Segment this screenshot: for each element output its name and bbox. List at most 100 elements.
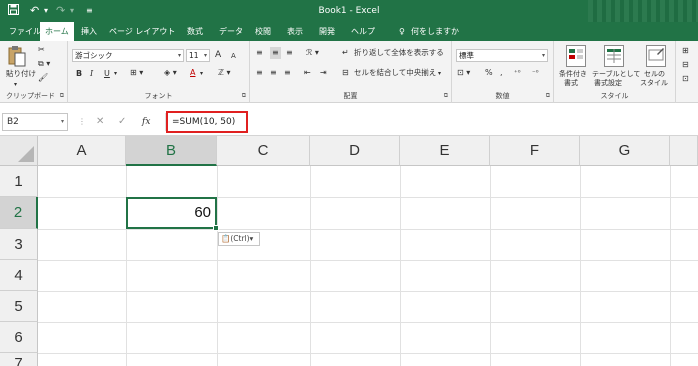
gridline bbox=[126, 166, 127, 366]
decrease-decimal-icon[interactable]: ⁻⁰ bbox=[532, 67, 539, 79]
gridline bbox=[38, 291, 698, 292]
row-header-4[interactable]: 4 bbox=[0, 260, 38, 291]
dialog-launcher-icon[interactable]: ⧉ bbox=[60, 92, 64, 100]
percent-button[interactable]: % bbox=[485, 67, 493, 79]
tab-review[interactable]: 校閲 bbox=[250, 22, 276, 41]
align-right-icon[interactable]: ≡ bbox=[284, 67, 291, 79]
styles-group-label: スタイル bbox=[600, 92, 629, 100]
name-box[interactable]: B2 ▾ bbox=[2, 113, 68, 131]
align-center-icon[interactable]: ≡ bbox=[270, 67, 277, 79]
cancel-icon[interactable]: ✕ bbox=[96, 114, 104, 130]
comma-button[interactable]: , bbox=[500, 67, 503, 79]
fill-color-icon[interactable]: ◈ ▾ bbox=[164, 67, 177, 79]
orientation-icon[interactable]: ℛ ▾ bbox=[306, 47, 319, 59]
cell-styles-sublabel[interactable]: スタイル bbox=[640, 77, 668, 89]
wrap-text-button[interactable]: 折り返して全体を表示する bbox=[354, 47, 444, 59]
gridline bbox=[400, 166, 401, 366]
insert-cells-icon[interactable]: ⊞ bbox=[682, 45, 689, 57]
borders-icon[interactable]: ⊞ ▾ bbox=[130, 67, 143, 79]
phonetic-icon[interactable]: ℤ ▾ bbox=[218, 67, 231, 79]
dialog-launcher-icon[interactable]: ⧉ bbox=[444, 92, 448, 100]
font-name-combo[interactable]: 游ゴシック ▾ bbox=[72, 49, 184, 62]
column-header-a[interactable]: A bbox=[38, 136, 126, 166]
tell-me-search[interactable]: 何をしますか bbox=[406, 22, 464, 41]
chevron-down-icon[interactable]: ▾ bbox=[438, 68, 441, 80]
tab-insert[interactable]: 挿入 bbox=[76, 22, 102, 41]
format-as-table-sublabel[interactable]: 書式設定 bbox=[594, 77, 622, 89]
align-top-icon[interactable]: ≡ bbox=[256, 47, 263, 59]
delete-cells-icon[interactable]: ⊟ bbox=[682, 59, 689, 71]
underline-button[interactable]: U bbox=[104, 68, 110, 80]
row-header-5[interactable]: 5 bbox=[0, 291, 38, 322]
paste-button[interactable]: 貼り付け bbox=[6, 68, 36, 80]
column-header-g[interactable]: G bbox=[580, 136, 670, 166]
gridline bbox=[38, 353, 698, 354]
chevron-down-icon[interactable]: ▾ bbox=[200, 68, 203, 80]
font-color-icon[interactable]: A bbox=[190, 67, 195, 79]
merge-center-button[interactable]: セルを結合して中央揃え bbox=[354, 67, 436, 79]
increase-indent-icon[interactable]: ⇥ bbox=[320, 67, 327, 79]
paste-options-button[interactable]: 📋(Ctrl)▾ bbox=[218, 232, 260, 246]
column-header-d[interactable]: D bbox=[310, 136, 400, 166]
align-left-icon[interactable]: ≡ bbox=[256, 67, 263, 79]
tab-home[interactable]: ホーム bbox=[40, 22, 74, 41]
tab-help[interactable]: ヘルプ bbox=[346, 22, 380, 41]
chevron-down-icon: ▾ bbox=[60, 118, 64, 125]
font-size-combo[interactable]: 11 ▾ bbox=[186, 49, 210, 62]
dialog-launcher-icon[interactable]: ⧉ bbox=[546, 92, 550, 100]
align-bottom-icon[interactable]: ≡ bbox=[286, 47, 293, 59]
tab-view[interactable]: 表示 bbox=[282, 22, 308, 41]
alignment-group-label: 配置 bbox=[343, 92, 358, 100]
cut-icon[interactable]: ✂ bbox=[38, 44, 45, 56]
wrap-text-icon[interactable]: ↵ bbox=[342, 47, 349, 59]
merge-icon[interactable]: ⊟ bbox=[342, 67, 349, 79]
format-painter-icon[interactable]: 🖌 bbox=[38, 72, 48, 84]
tab-data[interactable]: データ bbox=[214, 22, 248, 41]
number-format-combo[interactable]: 標準 ▾ bbox=[456, 49, 548, 62]
shrink-font-button[interactable]: A bbox=[231, 50, 236, 62]
row-header-7[interactable]: 7 bbox=[0, 353, 38, 366]
tab-formulas[interactable]: 数式 bbox=[182, 22, 208, 41]
bold-button[interactable]: B bbox=[76, 68, 82, 80]
gridline bbox=[490, 166, 491, 366]
select-all-button[interactable] bbox=[0, 136, 38, 166]
column-header-h[interactable] bbox=[670, 136, 698, 166]
grow-font-button[interactable]: A bbox=[215, 49, 221, 61]
decrease-indent-icon[interactable]: ⇤ bbox=[304, 67, 311, 79]
clipboard-icon: 📋 bbox=[221, 234, 231, 243]
insert-function-button[interactable]: fx bbox=[142, 114, 150, 130]
number-group-label: 数値 bbox=[495, 92, 510, 100]
cell-styles-icon[interactable] bbox=[646, 45, 666, 67]
row-header-2[interactable]: 2 bbox=[0, 197, 38, 229]
dialog-launcher-icon[interactable]: ⧉ bbox=[242, 92, 246, 100]
enter-icon[interactable]: ✓ bbox=[118, 114, 126, 130]
chevron-down-icon[interactable]: ▾ bbox=[114, 68, 117, 80]
align-middle-icon[interactable]: ≡ bbox=[270, 47, 281, 59]
row-header-1[interactable]: 1 bbox=[0, 166, 38, 197]
styles-group: 条件付き 書式 テーブルとして 書式設定 セルの スタイル スタイル bbox=[554, 41, 676, 103]
row-header-3[interactable]: 3 bbox=[0, 229, 38, 260]
format-as-table-icon[interactable] bbox=[604, 45, 624, 67]
currency-icon[interactable]: ⊡ ▾ bbox=[457, 67, 470, 79]
copy-icon[interactable]: ⧉ ▾ bbox=[38, 58, 50, 70]
formula-input[interactable]: =SUM(10, 50) bbox=[166, 111, 248, 133]
formula-bar: B2 ▾ ⋮ ✕ ✓ fx =SUM(10, 50) bbox=[0, 103, 698, 136]
format-cells-icon[interactable]: ⊡ bbox=[682, 73, 689, 85]
column-header-e[interactable]: E bbox=[400, 136, 490, 166]
column-header-c[interactable]: C bbox=[217, 136, 310, 166]
fill-handle[interactable] bbox=[213, 225, 219, 231]
selected-cell-b2[interactable]: 60 bbox=[126, 197, 219, 231]
menu-tabs: ファイル ホーム 挿入 ページ レイアウト 数式 データ 校閲 表示 開発 ヘル… bbox=[0, 22, 698, 41]
tab-page-layout[interactable]: ページ レイアウト bbox=[104, 22, 180, 41]
font-group-label: フォント bbox=[144, 92, 173, 100]
conditional-formatting-icon[interactable] bbox=[566, 45, 586, 67]
chevron-down-icon[interactable]: ▾ bbox=[14, 79, 17, 91]
column-header-b[interactable]: B bbox=[126, 136, 217, 166]
row-header-6[interactable]: 6 bbox=[0, 322, 38, 353]
column-header-f[interactable]: F bbox=[490, 136, 580, 166]
conditional-formatting-sublabel[interactable]: 書式 bbox=[564, 77, 578, 89]
increase-decimal-icon[interactable]: ⁺⁰ bbox=[514, 67, 521, 79]
tab-developer[interactable]: 開発 bbox=[314, 22, 340, 41]
italic-button[interactable]: I bbox=[90, 68, 93, 80]
paste-icon[interactable] bbox=[8, 45, 26, 67]
